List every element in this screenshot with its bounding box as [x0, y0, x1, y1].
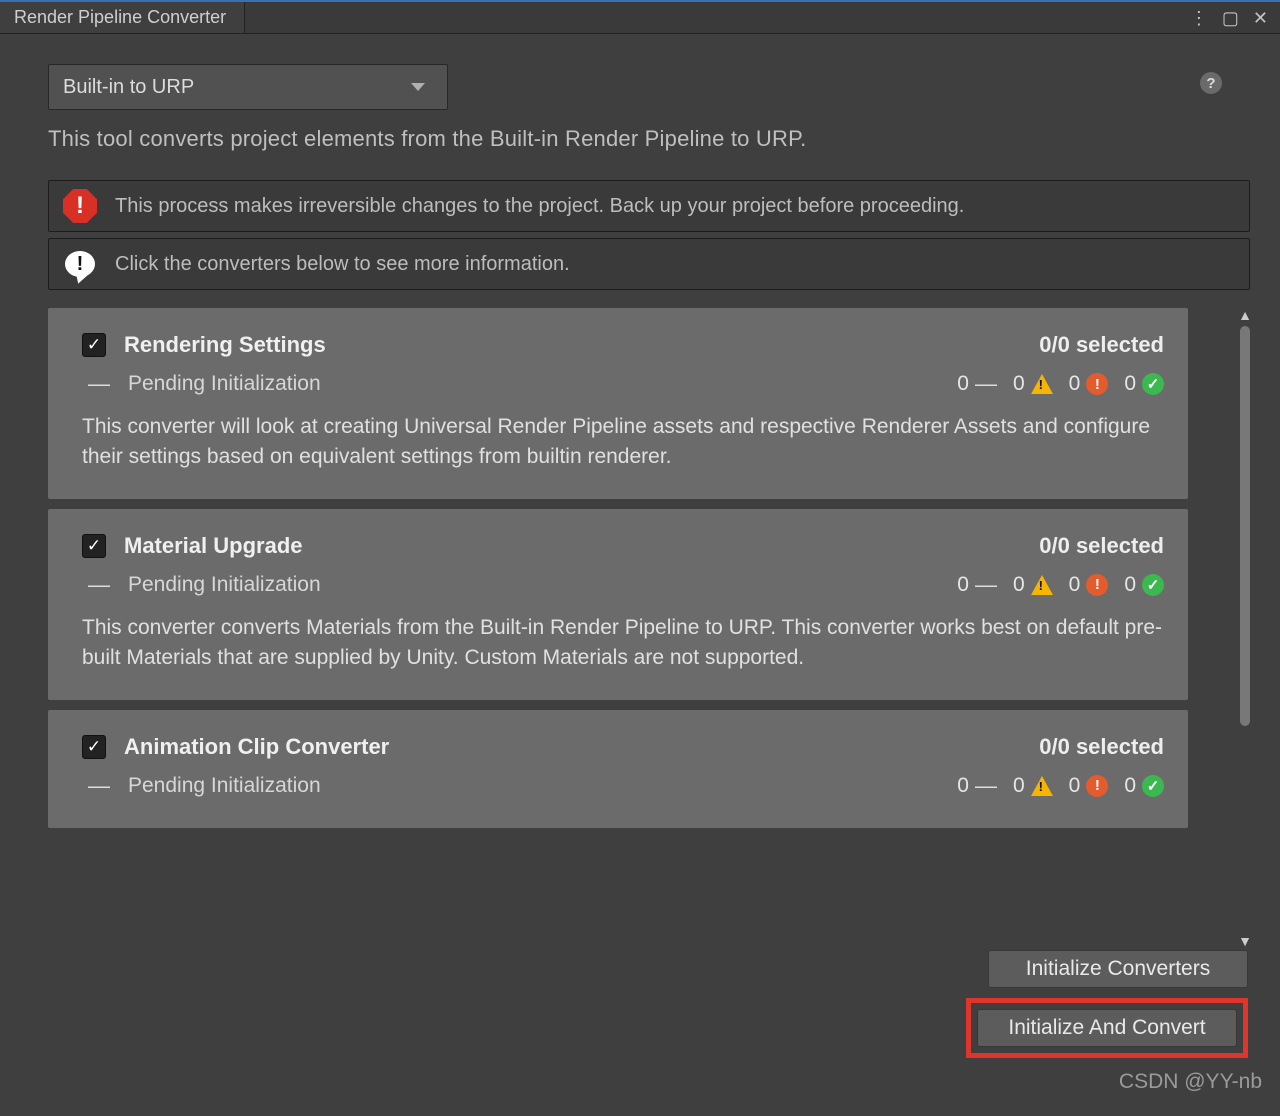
- titlebar: Render Pipeline Converter ⋮ ▢ ✕: [0, 0, 1280, 34]
- success-circle-icon: ✓: [1142, 775, 1164, 797]
- converter-checkbox[interactable]: ✓: [82, 333, 106, 357]
- converter-selected-count: 0/0 selected: [1039, 734, 1164, 760]
- warning-triangle-icon: [1031, 776, 1053, 796]
- initialize-converters-button[interactable]: Initialize Converters: [988, 950, 1248, 988]
- converter-checkbox[interactable]: ✓: [82, 735, 106, 759]
- converter-checkbox[interactable]: ✓: [82, 534, 106, 558]
- warning-text: This process makes irreversible changes …: [115, 195, 964, 218]
- converter-animation-clip[interactable]: ✓ Animation Clip Converter 0/0 selected …: [48, 710, 1188, 828]
- error-circle-icon: !: [1086, 373, 1108, 395]
- kebab-menu-icon[interactable]: ⋮: [1190, 9, 1208, 27]
- success-circle-icon: ✓: [1142, 373, 1164, 395]
- converter-status: Pending Initialization: [128, 372, 321, 396]
- info-banner: ! Click the converters below to see more…: [48, 238, 1250, 290]
- converter-selected-count: 0/0 selected: [1039, 332, 1164, 358]
- window-title: Render Pipeline Converter: [14, 7, 226, 28]
- converter-title: Material Upgrade: [124, 533, 303, 559]
- error-circle-icon: !: [1086, 775, 1108, 797]
- error-circle-icon: !: [1086, 574, 1108, 596]
- converter-description: This converter will look at creating Uni…: [82, 412, 1164, 473]
- chevron-down-icon: [411, 83, 425, 91]
- scroll-up-icon[interactable]: ▲: [1238, 308, 1252, 322]
- warning-banner: ! This process makes irreversible change…: [48, 180, 1250, 232]
- converter-description: This converter converts Materials from t…: [82, 613, 1164, 674]
- maximize-icon[interactable]: ▢: [1222, 9, 1239, 27]
- info-icon: !: [65, 251, 95, 277]
- success-circle-icon: ✓: [1142, 574, 1164, 596]
- converter-rendering-settings[interactable]: ✓ Rendering Settings 0/0 selected — Pend…: [48, 308, 1188, 499]
- converter-material-upgrade[interactable]: ✓ Material Upgrade 0/0 selected — Pendin…: [48, 509, 1188, 700]
- tool-description: This tool converts project elements from…: [48, 126, 1250, 152]
- conversion-mode-dropdown[interactable]: Built-in to URP: [48, 64, 448, 110]
- converter-list: ✓ Rendering Settings 0/0 selected — Pend…: [48, 308, 1188, 948]
- highlight-annotation: Initialize And Convert: [966, 998, 1248, 1058]
- window-tab[interactable]: Render Pipeline Converter: [0, 2, 245, 33]
- scroll-thumb[interactable]: [1240, 326, 1250, 726]
- info-text: Click the converters below to see more i…: [115, 253, 570, 276]
- converter-status: Pending Initialization: [128, 573, 321, 597]
- converter-counts: 0— 0 0! 0✓: [957, 573, 1164, 597]
- minus-icon: —: [88, 574, 110, 596]
- watermark: CSDN @YY-nb: [1119, 1070, 1262, 1094]
- converter-title: Animation Clip Converter: [124, 734, 389, 760]
- converter-selected-count: 0/0 selected: [1039, 533, 1164, 559]
- converter-counts: 0— 0 0! 0✓: [957, 774, 1164, 798]
- warning-triangle-icon: [1031, 575, 1053, 595]
- warning-icon: !: [63, 189, 97, 223]
- scrollbar[interactable]: ▲ ▼: [1238, 308, 1252, 948]
- converter-status: Pending Initialization: [128, 774, 321, 798]
- dropdown-selected-label: Built-in to URP: [63, 76, 194, 99]
- help-icon[interactable]: ?: [1200, 72, 1222, 94]
- initialize-and-convert-button[interactable]: Initialize And Convert: [977, 1009, 1237, 1047]
- minus-icon: —: [88, 373, 110, 395]
- minus-icon: —: [88, 775, 110, 797]
- close-icon[interactable]: ✕: [1253, 9, 1268, 27]
- warning-triangle-icon: [1031, 374, 1053, 394]
- converter-title: Rendering Settings: [124, 332, 326, 358]
- scroll-down-icon[interactable]: ▼: [1238, 934, 1252, 948]
- converter-counts: 0— 0 0! 0✓: [957, 372, 1164, 396]
